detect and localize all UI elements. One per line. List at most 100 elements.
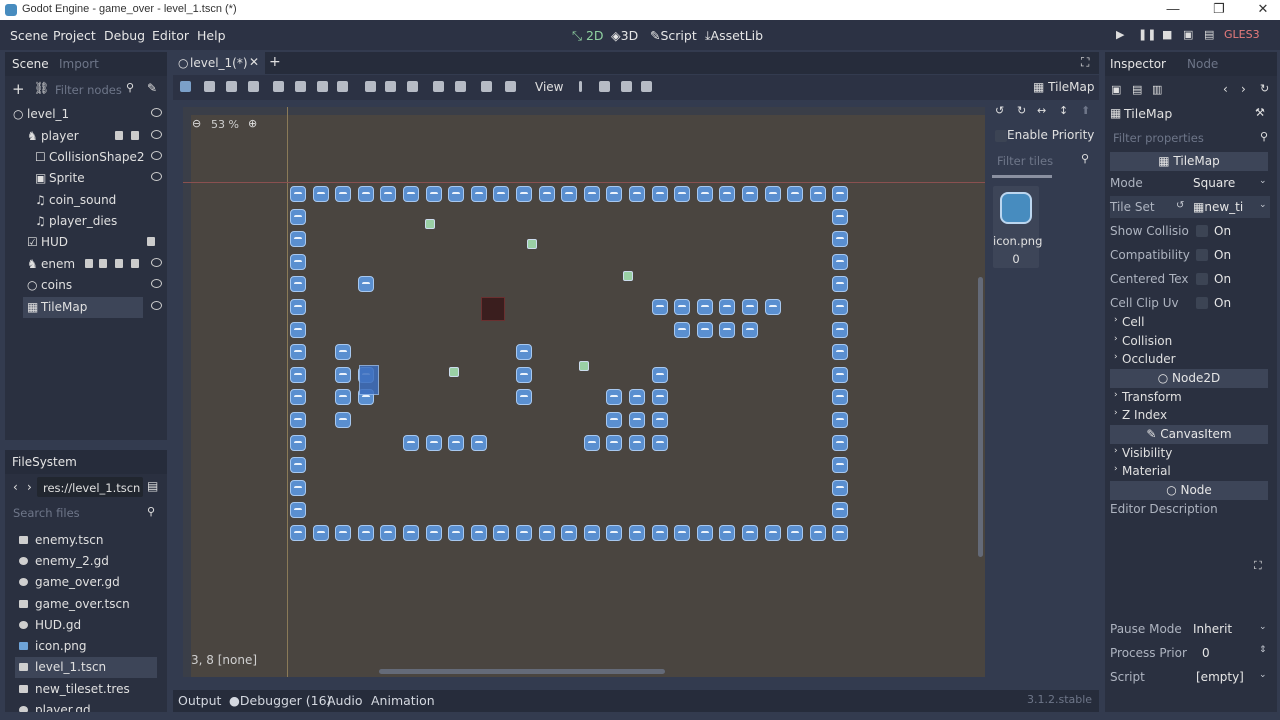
lock-icon[interactable]: [433, 81, 444, 92]
section-collision[interactable]: › Collision: [1110, 333, 1268, 352]
filesystem-search-input[interactable]: Search files: [7, 502, 145, 522]
new-resource-icon[interactable]: ▣: [1111, 83, 1121, 96]
editor-description-textarea[interactable]: [1110, 520, 1268, 612]
script-icon[interactable]: [115, 131, 123, 140]
play-icon[interactable]: ▶: [1116, 28, 1124, 41]
history-icon[interactable]: ↻: [1260, 82, 1269, 95]
signal-icon[interactable]: [85, 259, 93, 268]
section-cell[interactable]: › Cell: [1110, 314, 1268, 333]
copy-pose-icon[interactable]: [641, 81, 652, 92]
section-occluder[interactable]: › Occluder: [1110, 351, 1268, 370]
instance-icon[interactable]: [99, 259, 107, 268]
expand-icon[interactable]: ⛶: [1254, 559, 1262, 573]
filesystem-path-input[interactable]: res://level_1.tscn: [37, 477, 143, 497]
zoom-in-icon[interactable]: ⊕: [248, 117, 257, 130]
play-custom-icon[interactable]: ▤: [1204, 28, 1214, 41]
coin-sprite[interactable]: [449, 367, 459, 377]
tree-node-player-dies[interactable]: ♫ player_dies: [5, 211, 167, 232]
menu-scene[interactable]: Scene: [10, 28, 48, 43]
tree-node-coin-sound[interactable]: ♫ coin_sound: [5, 190, 167, 211]
flip-vertical-icon[interactable]: ↕: [1059, 104, 1068, 117]
file-item[interactable]: player.gd: [15, 700, 157, 712]
skeleton-icon[interactable]: [481, 81, 492, 92]
script-attach-icon[interactable]: ✎: [147, 81, 157, 95]
prop-tileset[interactable]: Tile Set ↺ ▦new_ti ⌄: [1110, 196, 1270, 218]
load-resource-icon[interactable]: ▤: [1132, 83, 1142, 96]
distraction-free-icon[interactable]: ⛶: [1081, 55, 1089, 70]
close-tab-icon[interactable]: ✕: [249, 55, 259, 69]
link-icon[interactable]: ⛓: [34, 81, 49, 95]
visibility-eye-icon[interactable]: [151, 108, 162, 117]
insert-key-icon[interactable]: [621, 81, 632, 92]
object-menu-icon[interactable]: ⚒: [1255, 106, 1265, 119]
coin-sprite[interactable]: [623, 271, 633, 281]
script-resource[interactable]: [empty]: [1196, 670, 1244, 684]
tab-level1[interactable]: ○ level_1(*) ✕: [173, 52, 265, 74]
menu-project[interactable]: Project: [53, 28, 96, 43]
menu-editor[interactable]: Editor: [152, 28, 189, 43]
group-icon[interactable]: [131, 259, 139, 268]
workspace-3d-button[interactable]: ◈3D: [611, 28, 638, 43]
move-tool-icon[interactable]: [204, 81, 215, 92]
tree-node-sprite[interactable]: ▣ Sprite: [5, 168, 167, 189]
rotate-tool-icon[interactable]: [226, 81, 237, 92]
reset-icon[interactable]: ↺: [1176, 200, 1184, 211]
visibility-eye-icon[interactable]: [151, 151, 162, 160]
tab-debugger[interactable]: ●Debugger (16): [229, 693, 331, 708]
zoom-out-icon[interactable]: ⊖: [192, 117, 201, 130]
pivot-tool-icon[interactable]: [295, 81, 306, 92]
tab-output[interactable]: Output: [178, 693, 221, 708]
scale-tool-icon[interactable]: [248, 81, 259, 92]
new-tab-icon[interactable]: +: [269, 54, 281, 70]
prop-script[interactable]: Script [empty] ⌄: [1110, 666, 1270, 688]
checkbox-on[interactable]: On: [1196, 296, 1231, 310]
prop-cell-clip-uv[interactable]: Cell Clip Uv On: [1110, 292, 1270, 314]
script-icon[interactable]: [115, 259, 123, 268]
list-select-icon[interactable]: [273, 81, 284, 92]
class-header-canvasitem[interactable]: ✎ CanvasItem: [1110, 425, 1268, 444]
minimize-button[interactable]: —: [1158, 1, 1188, 16]
scene-filter-input[interactable]: Filter nodes: [49, 79, 137, 99]
stop-icon[interactable]: ■: [1162, 28, 1172, 41]
section-material[interactable]: › Material: [1110, 463, 1268, 482]
file-item[interactable]: new_tileset.tres: [15, 679, 157, 700]
tab-import[interactable]: Import: [59, 57, 99, 71]
history-back-icon[interactable]: ‹: [1223, 82, 1228, 96]
clear-transform-icon[interactable]: ⬆: [1081, 104, 1090, 117]
visibility-eye-icon[interactable]: [151, 258, 162, 267]
workspace-script-button[interactable]: ✎Script: [650, 28, 697, 43]
checkbox-on[interactable]: On: [1196, 224, 1231, 238]
coin-sprite[interactable]: [527, 239, 537, 249]
section-visibility[interactable]: › Visibility: [1110, 445, 1268, 464]
section-transform[interactable]: › Transform: [1110, 389, 1268, 408]
flip-horizontal-icon[interactable]: ↔: [1037, 104, 1046, 117]
visibility-eye-icon[interactable]: [151, 301, 162, 310]
keyframe-toggle-icon[interactable]: [579, 81, 582, 92]
visibility-eye-icon[interactable]: [151, 130, 162, 139]
forward-arrow-icon[interactable]: ›: [27, 480, 32, 494]
filter-properties-input[interactable]: Filter properties: [1107, 127, 1257, 147]
file-item[interactable]: enemy_2.gd: [15, 551, 157, 572]
vertical-scrollbar[interactable]: [978, 277, 983, 557]
more-options-icon[interactable]: [407, 81, 418, 92]
tileset-resource[interactable]: ▦new_ti: [1193, 200, 1243, 214]
tab-animation[interactable]: Animation: [371, 693, 435, 708]
file-item[interactable]: level_1.tscn: [15, 657, 157, 678]
close-button[interactable]: ✕: [1248, 1, 1278, 17]
checkbox-on[interactable]: On: [1196, 272, 1231, 286]
tile-zoom-slider[interactable]: [992, 175, 1052, 178]
pan-tool-icon[interactable]: [317, 81, 328, 92]
group-icon[interactable]: [131, 131, 139, 140]
tree-node-player[interactable]: ♞ player: [5, 126, 167, 147]
tree-node-collisionshape[interactable]: ☐ CollisionShape2: [5, 147, 167, 168]
split-view-icon[interactable]: ▤: [147, 479, 158, 493]
section-zindex[interactable]: › Z Index: [1110, 407, 1268, 426]
prop-compatibility[interactable]: Compatibility On: [1110, 244, 1270, 266]
zoom-level[interactable]: 53 %: [211, 118, 239, 131]
back-arrow-icon[interactable]: ‹: [13, 480, 18, 494]
prop-show-collision[interactable]: Show Collisio On: [1110, 220, 1270, 242]
enable-priority-checkbox[interactable]: [995, 130, 1007, 142]
save-resource-icon[interactable]: ▥: [1152, 83, 1162, 96]
maximize-button[interactable]: ❐: [1204, 1, 1234, 17]
group-lock-icon[interactable]: [455, 81, 466, 92]
